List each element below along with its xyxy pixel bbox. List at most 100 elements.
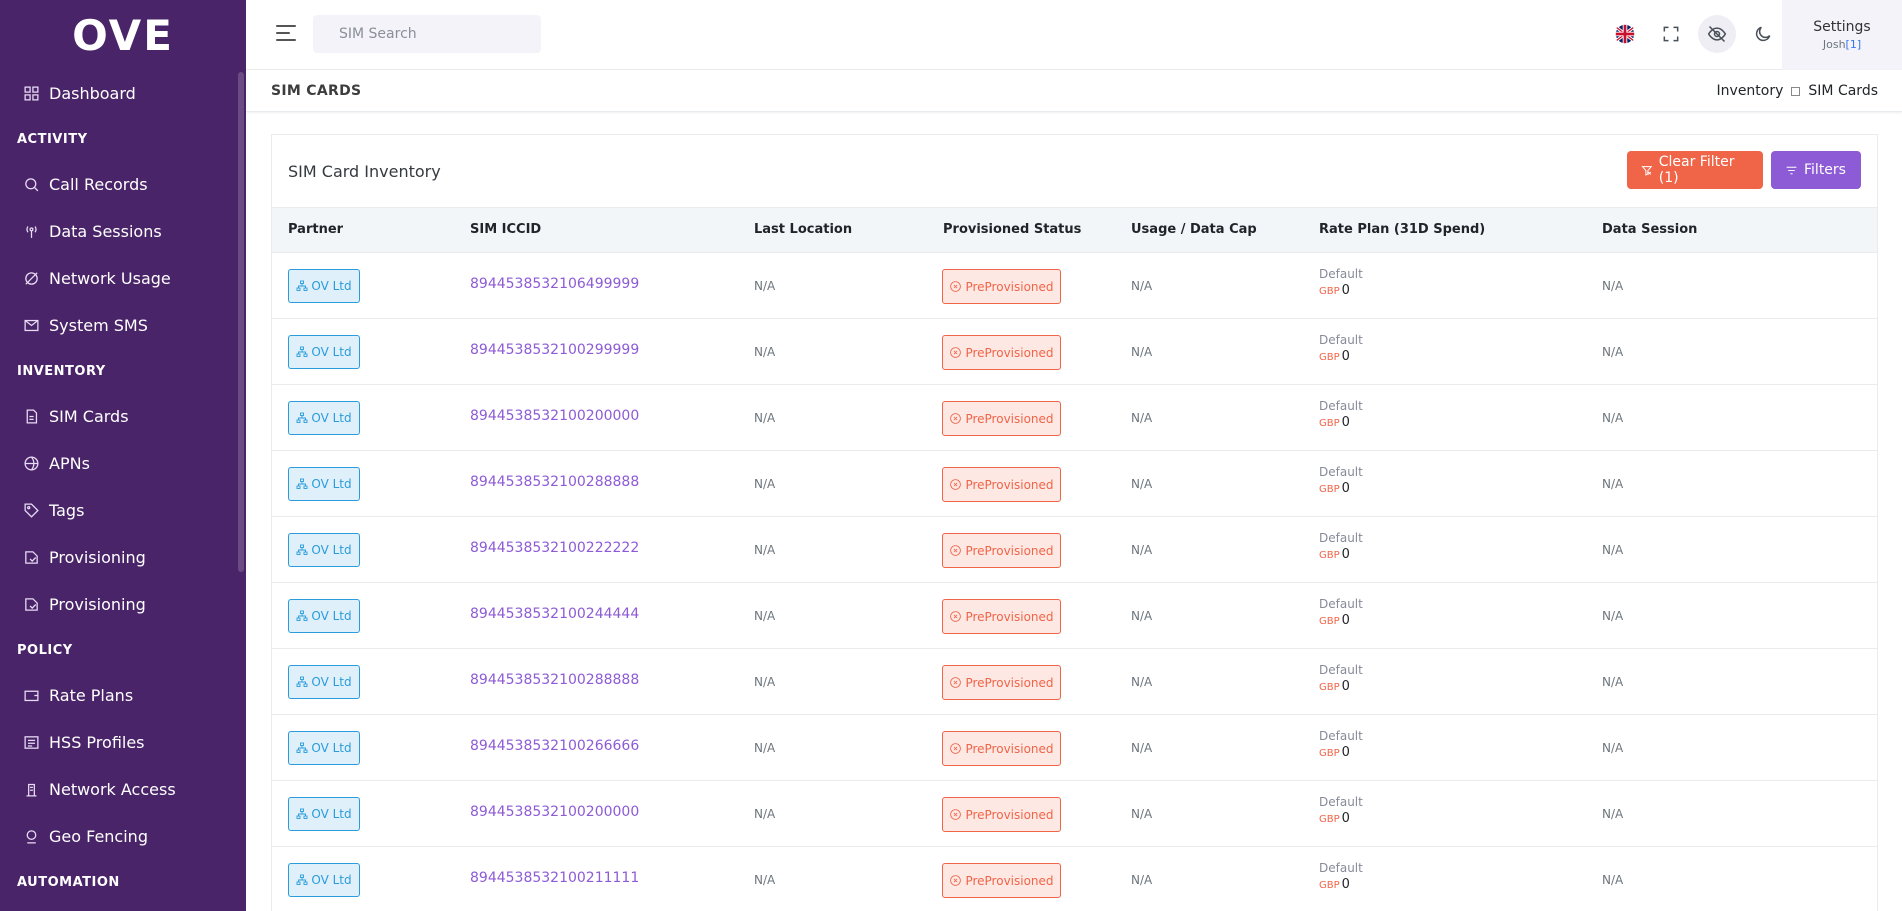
- language-flag-icon[interactable]: [1606, 15, 1644, 53]
- table-row[interactable]: OV Ltd 8944538532100244444 N/A PreProvis…: [272, 583, 1877, 649]
- filters-button[interactable]: Filters: [1771, 151, 1861, 189]
- eye-off-icon[interactable]: [1698, 15, 1736, 53]
- settings-user-menu[interactable]: Settings Josh[1]: [1782, 0, 1902, 70]
- sidebar-item-provisioning-2[interactable]: Provisioning: [0, 581, 246, 628]
- currency: GBP: [1319, 747, 1340, 759]
- topbar-icons: [1606, 15, 1782, 53]
- provisioning-icon: [22, 596, 40, 614]
- sidebar-item-label: Network Usage: [49, 269, 171, 288]
- partner-badge[interactable]: OV Ltd: [288, 599, 360, 633]
- table-row[interactable]: OV Ltd 8944538532100222222 N/A PreProvis…: [272, 517, 1877, 583]
- rate-plan-spend: GBP 0: [1319, 283, 1363, 300]
- sim-iccid-link[interactable]: 8944538532100299999: [470, 342, 639, 358]
- sim-iccid-link[interactable]: 8944538532100222222: [470, 540, 639, 556]
- globe-icon: [22, 455, 40, 473]
- status-text: PreProvisioned: [965, 411, 1054, 426]
- data-session: N/A: [1602, 807, 1624, 821]
- table-row[interactable]: OV Ltd 8944538532100266666 N/A PreProvis…: [272, 715, 1877, 781]
- sim-iccid-link[interactable]: 8944538532100288888: [470, 474, 639, 490]
- col-sim-iccid[interactable]: SIM ICCID: [470, 222, 541, 237]
- sim-iccid-link[interactable]: 8944538532106499999: [470, 276, 639, 292]
- rate-plan-name: Default: [1319, 663, 1363, 677]
- col-provisioned-status[interactable]: Provisioned Status: [943, 222, 1081, 237]
- sidebar-item-rate-plans[interactable]: Rate Plans: [0, 672, 246, 719]
- partner-badge[interactable]: OV Ltd: [288, 731, 360, 765]
- x-circle-icon: [950, 611, 962, 622]
- status-badge: PreProvisioned: [942, 797, 1061, 832]
- sidebar-item-network-access[interactable]: Network Access: [0, 766, 246, 813]
- rate-plan: Default GBP 0: [1319, 531, 1363, 563]
- sidebar-item-tags[interactable]: Tags: [0, 487, 246, 534]
- spend-amount: 0: [1341, 744, 1350, 760]
- sidebar-item-sim-cards[interactable]: SIM Cards: [0, 393, 246, 440]
- sidebar-item-provisioning[interactable]: Provisioning: [0, 534, 246, 581]
- partner-badge[interactable]: OV Ltd: [288, 467, 360, 501]
- table-row[interactable]: OV Ltd 8944538532100200000 N/A PreProvis…: [272, 781, 1877, 847]
- partner-badge[interactable]: OV Ltd: [288, 863, 360, 897]
- sim-iccid-link[interactable]: 8944538532100244444: [470, 606, 639, 622]
- sidebar-item-data-sessions[interactable]: Data Sessions: [0, 208, 246, 255]
- status-text: PreProvisioned: [965, 741, 1054, 756]
- table-row[interactable]: OV Ltd 8944538532100288888 N/A PreProvis…: [272, 451, 1877, 517]
- clear-filter-button[interactable]: Clear Filter (1): [1627, 151, 1763, 189]
- sim-iccid-link[interactable]: 8944538532100288888: [470, 672, 639, 688]
- sidebar-item-network-usage[interactable]: Network Usage: [0, 255, 246, 302]
- fullscreen-icon[interactable]: [1652, 15, 1690, 53]
- sim-inventory-card: SIM Card Inventory Clear Filter (1) Filt…: [271, 134, 1878, 911]
- rate-plan-spend: GBP 0: [1319, 349, 1363, 366]
- sim-iccid-link[interactable]: 8944538532100200000: [470, 804, 639, 820]
- status-badge: PreProvisioned: [942, 401, 1061, 436]
- status-text: PreProvisioned: [965, 609, 1054, 624]
- org-chart-icon: [296, 478, 308, 489]
- table-row[interactable]: OV Ltd 8944538532106499999 N/A PreProvis…: [272, 253, 1877, 319]
- sidebar-item-apns[interactable]: APNs: [0, 440, 246, 487]
- spend-amount: 0: [1341, 546, 1350, 562]
- rate-plan-name: Default: [1319, 399, 1363, 413]
- org-chart-icon: [296, 346, 308, 357]
- partner-badge[interactable]: OV Ltd: [288, 335, 360, 369]
- hamburger-menu-icon[interactable]: [276, 25, 296, 43]
- table-row[interactable]: OV Ltd 8944538532100200000 N/A PreProvis…: [272, 385, 1877, 451]
- card-title: SIM Card Inventory: [288, 162, 441, 181]
- partner-badge[interactable]: OV Ltd: [288, 269, 360, 303]
- currency: GBP: [1319, 615, 1340, 627]
- partner-badge[interactable]: OV Ltd: [288, 665, 360, 699]
- sim-iccid-link[interactable]: 8944538532100266666: [470, 738, 639, 754]
- rate-plan-name: Default: [1319, 465, 1363, 479]
- partner-name: OV Ltd: [311, 543, 352, 557]
- x-circle-icon: [950, 545, 962, 556]
- sidebar-item-label: Call Records: [49, 175, 148, 194]
- sim-iccid-link[interactable]: 8944538532100200000: [470, 408, 639, 424]
- currency: GBP: [1319, 879, 1340, 891]
- sidebar-item-call-records[interactable]: Call Records: [0, 161, 246, 208]
- sim-iccid-link[interactable]: 8944538532100211111: [470, 870, 639, 886]
- partner-badge[interactable]: OV Ltd: [288, 533, 360, 567]
- status-text: PreProvisioned: [965, 807, 1054, 822]
- col-data-session[interactable]: Data Session: [1602, 222, 1697, 237]
- col-rate-plan[interactable]: Rate Plan (31D Spend): [1319, 222, 1485, 237]
- dark-mode-moon-icon[interactable]: [1744, 15, 1782, 53]
- partner-name: OV Ltd: [311, 345, 352, 359]
- sidebar-item-geo-fencing[interactable]: Geo Fencing: [0, 813, 246, 860]
- sidebar-item-system-sms[interactable]: System SMS: [0, 302, 246, 349]
- usage-data-cap: N/A: [1131, 873, 1153, 887]
- org-chart-icon: [296, 412, 308, 423]
- rate-plan-spend: GBP 0: [1319, 745, 1363, 762]
- col-usage-data-cap[interactable]: Usage / Data Cap: [1131, 222, 1257, 237]
- data-session: N/A: [1602, 345, 1624, 359]
- breadcrumb-inventory[interactable]: Inventory: [1717, 83, 1784, 99]
- table-row[interactable]: OV Ltd 8944538532100211111 N/A PreProvis…: [272, 847, 1877, 911]
- table-row[interactable]: OV Ltd 8944538532100288888 N/A PreProvis…: [272, 649, 1877, 715]
- sms-icon: [22, 317, 40, 335]
- breadcrumb-separator-icon: [1791, 86, 1801, 96]
- col-last-location[interactable]: Last Location: [754, 222, 852, 237]
- partner-badge[interactable]: OV Ltd: [288, 401, 360, 435]
- col-partner[interactable]: Partner: [288, 222, 343, 237]
- sim-search-input[interactable]: [313, 15, 541, 53]
- sidebar-item-hss-profiles[interactable]: HSS Profiles: [0, 719, 246, 766]
- sidebar-item-dashboard[interactable]: Dashboard: [0, 70, 246, 117]
- table-row[interactable]: OV Ltd 8944538532100299999 N/A PreProvis…: [272, 319, 1877, 385]
- spend-amount: 0: [1341, 612, 1350, 628]
- partner-badge[interactable]: OV Ltd: [288, 797, 360, 831]
- brand-logo[interactable]: OVE: [0, 0, 246, 70]
